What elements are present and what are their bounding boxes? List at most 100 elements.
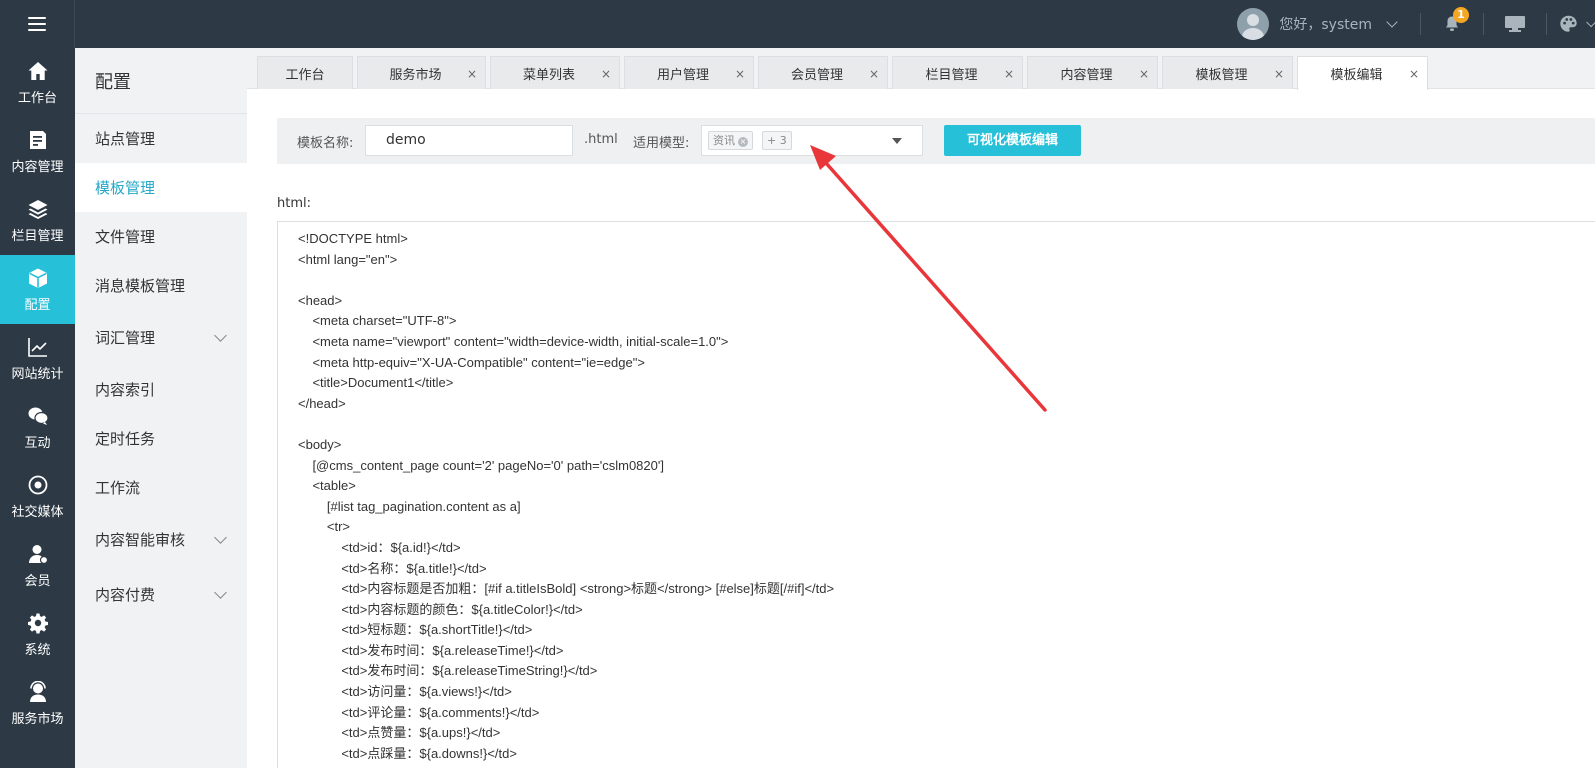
nav-item-workbench[interactable]: 工作台 [0, 48, 75, 117]
close-icon[interactable]: × [735, 68, 745, 80]
code-line: <title>Document1</title> [298, 375, 454, 391]
tab-label: 用户管理 [656, 67, 709, 83]
tab-label: 服务市场 [389, 67, 442, 83]
nav-item-label: 社交媒体 [11, 504, 64, 520]
tab-label: 菜单列表 [522, 67, 575, 83]
sidebar-item-vocabulary[interactable]: 词汇管理 [75, 310, 247, 365]
document-edit-icon [29, 130, 46, 149]
code-line: <td>内容标题是否加粗：[#if a.titleIsBold] <strong… [298, 581, 835, 597]
secondary-sidebar: 配置 站点管理 模板管理 文件管理 消息模板管理 词汇管理 内容索引 定时任务 … [75, 48, 247, 768]
top-bar: 您好，system 1 [0, 0, 1595, 48]
nav-item-interaction[interactable]: 互动 [0, 393, 75, 462]
nav-item-label: 工作台 [17, 90, 57, 106]
code-line: <td>点赞量：${a.ups!}</td> [298, 725, 501, 741]
tab-content-management[interactable]: 内容管理 × [1027, 56, 1158, 89]
chevron-down-icon [1586, 16, 1595, 28]
hamburger-icon [28, 17, 46, 31]
close-icon[interactable]: × [869, 68, 879, 80]
sidebar-title: 配置 [75, 48, 247, 114]
user-greeting: 您好，system [1279, 17, 1372, 33]
tab-label: 模板管理 [1195, 67, 1248, 83]
theme-button[interactable] [1547, 0, 1595, 48]
code-line: </head> [298, 395, 346, 411]
sidebar-item-label: 工作流 [95, 479, 141, 497]
tab-column-management[interactable]: 栏目管理 × [892, 56, 1023, 89]
code-line: <meta charset="UTF-8"> [298, 313, 457, 329]
gear-icon [27, 613, 48, 633]
nav-item-label: 服务市场 [11, 711, 64, 727]
home-icon [28, 61, 47, 80]
tab-workbench[interactable]: 工作台 [257, 56, 353, 89]
cube-icon [28, 268, 47, 288]
monitor-icon [1505, 16, 1525, 32]
palette-icon [1560, 15, 1577, 32]
code-line: <meta http-equiv="X-UA-Compatible" conte… [298, 354, 645, 370]
tab-template-management[interactable]: 模板管理 × [1162, 56, 1293, 89]
code-editor[interactable]: <!DOCTYPE html> <html lang="en"> <head> <m… [277, 221, 1595, 768]
tab-member-management[interactable]: 会员管理 × [758, 56, 888, 89]
notification-button[interactable]: 1 [1421, 0, 1483, 48]
html-label: html: [277, 196, 311, 211]
close-icon[interactable]: × [467, 68, 477, 80]
tab-label: 工作台 [285, 67, 325, 83]
code-line: <td>发布时间：${a.releaseTimeString!}</td> [298, 663, 598, 679]
tab-template-edit[interactable]: 模板编辑 × [1297, 56, 1428, 90]
top-right-area: 您好，system 1 [1237, 0, 1595, 48]
code-line: <tr> [298, 519, 351, 535]
nav-item-columns[interactable]: 栏目管理 [0, 186, 75, 255]
tab-label: 内容管理 [1060, 67, 1113, 83]
template-name-label: 模板名称: [297, 136, 354, 151]
code-line: <td>发布时间：${a.releaseTime!}</td> [298, 642, 564, 658]
code-line: <html lang="en"> [298, 251, 398, 267]
sidebar-item-paid-content[interactable]: 内容付费 [75, 567, 247, 622]
template-name-input[interactable]: demo [365, 125, 573, 156]
nav-item-config[interactable]: 配置 [0, 255, 75, 324]
sidebar-item-workflow[interactable]: 工作流 [75, 463, 247, 512]
sidebar-item-label: 内容索引 [95, 381, 156, 399]
support-agent-icon [29, 680, 46, 702]
code-line: <!DOCTYPE html> [298, 231, 408, 246]
close-icon[interactable]: × [1409, 68, 1419, 80]
code-line: <td>内容标题的颜色：${a.titleColor!}</td> [298, 601, 583, 617]
model-more-chip: + 3 [762, 131, 792, 150]
visual-edit-button[interactable]: 可视化模板编辑 [944, 125, 1081, 156]
model-select[interactable]: 资讯 × + 3 [701, 125, 923, 156]
nav-item-system[interactable]: 系统 [0, 600, 75, 669]
sidebar-item-smart-review[interactable]: 内容智能审核 [75, 512, 247, 567]
nav-item-social[interactable]: 社交媒体 [0, 462, 75, 531]
nav-item-member[interactable]: 会员 [0, 531, 75, 600]
user-menu[interactable]: 您好，system [1237, 0, 1420, 48]
screen-button[interactable] [1484, 0, 1546, 48]
member-icon [28, 544, 48, 564]
tab-bar: 工作台 服务市场 × 菜单列表 × 用户管理 × 会员管理 × 栏目管理 × 内容管理 × … [247, 48, 1595, 90]
nav-item-label: 配置 [24, 297, 51, 313]
tab-label: 会员管理 [790, 67, 843, 83]
code-line: <meta name="viewport" content="width=dev… [298, 333, 729, 349]
sidebar-item-message-template[interactable]: 消息模板管理 [75, 261, 247, 310]
close-icon[interactable]: × [601, 68, 611, 80]
nav-item-stats[interactable]: 网站统计 [0, 324, 75, 393]
tab-service-market[interactable]: 服务市场 × [357, 56, 486, 89]
left-icon-nav: 工作台 内容管理 栏目管理 配置 网站统计 互动 社交媒体 会员 系统 服务市场 [0, 48, 75, 768]
code-line: <head> [298, 292, 343, 308]
close-icon[interactable]: × [1274, 68, 1284, 80]
close-icon[interactable]: × [1139, 68, 1149, 80]
menu-toggle-button[interactable] [0, 0, 75, 48]
sidebar-item-label: 内容智能审核 [95, 531, 186, 549]
nav-item-market[interactable]: 服务市场 [0, 669, 75, 738]
nav-item-content[interactable]: 内容管理 [0, 117, 75, 186]
sidebar-item-site[interactable]: 站点管理 [75, 114, 247, 163]
chip-remove-icon[interactable]: × [738, 137, 748, 147]
template-form-bar: 模板名称: demo .html 适用模型: 资讯 × + 3 可视化模板编辑 [277, 118, 1595, 164]
sidebar-item-file[interactable]: 文件管理 [75, 212, 247, 261]
sidebar-item-scheduled-tasks[interactable]: 定时任务 [75, 414, 247, 463]
code-line: [#list tag_pagination.content as a] [298, 498, 521, 514]
close-icon[interactable]: × [1004, 68, 1014, 80]
target-icon [28, 475, 47, 494]
tab-menu-list[interactable]: 菜单列表 × [490, 56, 620, 89]
tab-user-management[interactable]: 用户管理 × [624, 56, 754, 89]
sidebar-item-template[interactable]: 模板管理 [75, 163, 247, 212]
sidebar-item-content-index[interactable]: 内容索引 [75, 365, 247, 414]
nav-item-label: 系统 [24, 642, 51, 658]
